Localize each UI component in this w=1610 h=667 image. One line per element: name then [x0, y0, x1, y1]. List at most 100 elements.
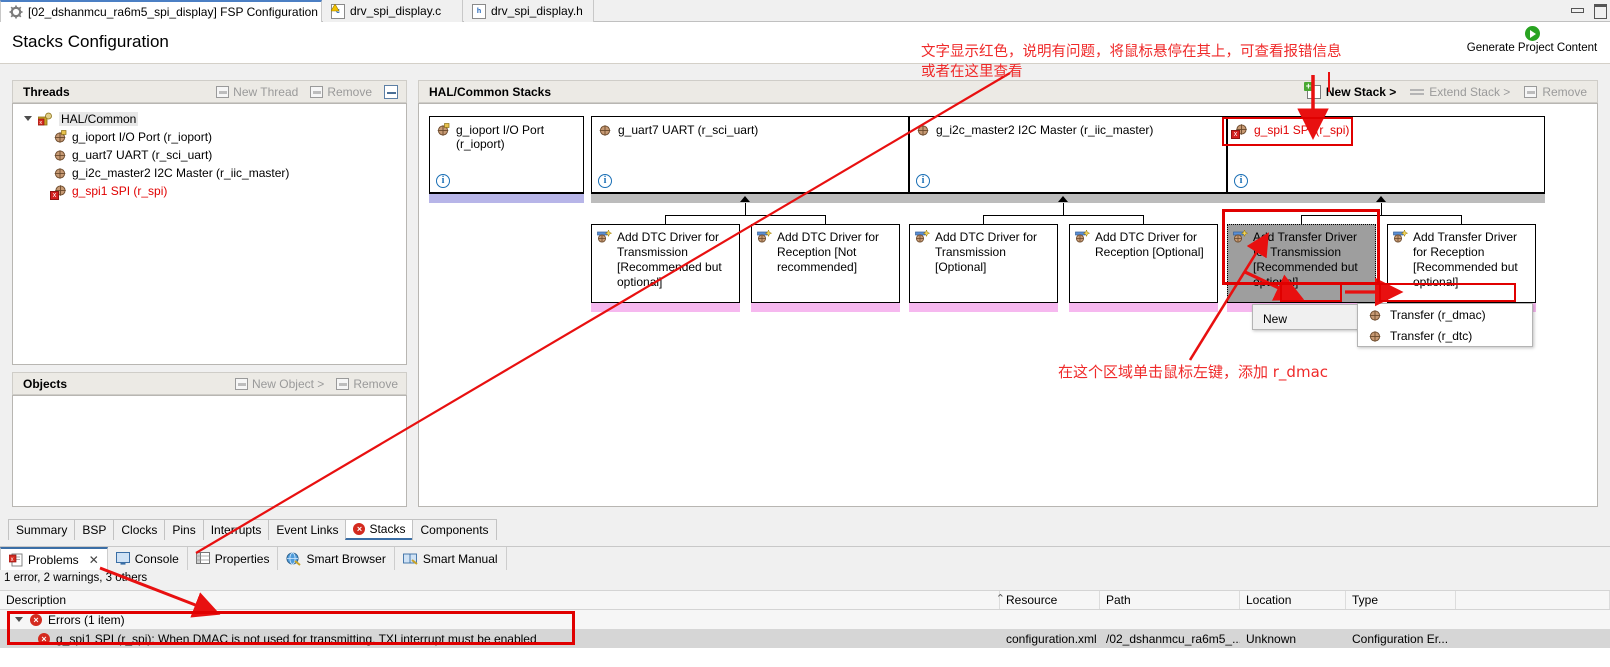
new-thread-button[interactable]: New Thread — [216, 85, 298, 99]
table-row[interactable]: × Errors (1 item) — [0, 610, 1610, 629]
remove-object-button[interactable]: Remove — [336, 377, 398, 391]
new-stack-icon — [1303, 81, 1321, 99]
driver-bar — [591, 302, 740, 312]
driver-box-label: Add DTC Driver for Reception [Not recomm… — [777, 230, 880, 274]
tree-item-g-spi1[interactable]: x g_spi1 SPI (r_spi) — [17, 182, 402, 200]
remove-thread-button[interactable]: Remove — [310, 85, 372, 99]
page-title: Stacks Configuration — [12, 32, 169, 51]
view-tab-problems[interactable]: x Problems ✕ — [0, 547, 108, 570]
tab-label: Components — [420, 523, 489, 537]
view-tab-bar: x Problems ✕ Console Properties Smart Br… — [0, 546, 1610, 570]
view-tab-smart-manual[interactable]: Smart Manual — [395, 547, 507, 570]
column-header-resource[interactable]: Resource — [1000, 591, 1100, 609]
cell-resource: configuration.xml — [1006, 631, 1097, 646]
stacks-panel-title: HAL/Common Stacks — [429, 84, 552, 99]
submenu-item-transfer-r-dmac[interactable]: Transfer (r_dmac) — [1358, 304, 1532, 325]
close-icon[interactable]: ✕ — [89, 553, 99, 567]
info-icon[interactable]: i — [436, 174, 450, 188]
problem-group-label: Errors (1 item) — [48, 612, 125, 627]
editor-tab-drv-spi-display-c[interactable]: c drv_spi_display.c — [323, 0, 463, 22]
tab-summary[interactable]: Summary — [8, 519, 76, 540]
tab-stacks[interactable]: × Stacks — [345, 519, 414, 540]
driver-box-uart7-rx[interactable]: Add DTC Driver for Reception [Not recomm… — [751, 224, 900, 312]
driver-box-label: Add DTC Driver for Transmission [Optiona… — [935, 230, 1038, 274]
collapse-all-icon[interactable] — [384, 84, 398, 99]
tab-interrupts[interactable]: Interrupts — [202, 519, 270, 540]
submenu-item-label: Transfer (r_dtc) — [1390, 328, 1473, 343]
problems-table[interactable]: Description Resource Path Location Type … — [0, 590, 1610, 667]
tree-item-g-ioport[interactable]: g_ioport I/O Port (r_ioport) — [17, 128, 402, 146]
column-header-path[interactable]: Path — [1100, 591, 1240, 609]
chevron-down-icon[interactable] — [23, 114, 33, 124]
tab-pins[interactable]: Pins — [164, 519, 204, 540]
column-header-description[interactable]: Description — [0, 591, 1000, 609]
extend-stack-button[interactable]: Extend Stack > — [1410, 85, 1510, 99]
c-file-icon: c — [331, 3, 345, 19]
tab-event-links[interactable]: Event Links — [268, 519, 347, 540]
driver-box-spi-tx[interactable]: Add Transfer Driver for Transmission [Re… — [1227, 224, 1376, 312]
driver-box-i2c-rx[interactable]: Add DTC Driver for Reception [Optional] — [1069, 224, 1218, 312]
threads-tree[interactable]: x HAL/Common g_ioport I/O Port (r_ioport… — [12, 103, 407, 365]
editor-tab-drv-spi-display-h[interactable]: h drv_spi_display.h — [464, 0, 594, 22]
stack-box-g-uart7[interactable]: g_uart7 UART (r_sci_uart) i — [591, 116, 909, 193]
objects-panel: Objects New Object > Remove — [12, 372, 407, 507]
module-icon — [1368, 308, 1382, 322]
new-stack-button[interactable]: New Stack > — [1303, 81, 1396, 99]
view-tab-smart-browser[interactable]: Smart Browser — [278, 547, 395, 570]
remove-stack-button[interactable]: Remove — [1524, 85, 1587, 99]
driver-bar — [909, 302, 1058, 312]
view-tab-label: Console — [134, 551, 179, 566]
driver-bar — [1069, 302, 1218, 312]
threads-panel: Threads New Thread Remove x HAL/Common g… — [12, 80, 407, 365]
stacks-canvas[interactable]: g_ioport I/O Port (r_ioport) i g_uart7 U… — [418, 103, 1598, 507]
chevron-down-icon[interactable] — [14, 615, 24, 625]
tab-components[interactable]: Components — [412, 519, 497, 540]
context-menu-new-label: New — [1263, 311, 1288, 326]
maximize-icon[interactable] — [1593, 3, 1607, 19]
add-driver-icon — [1393, 229, 1409, 244]
stack-box-g-spi1[interactable]: x g_spi1 SPI (r_spi) i — [1227, 116, 1545, 193]
column-header-type[interactable]: Type — [1346, 591, 1456, 609]
tab-bsp[interactable]: BSP — [74, 519, 115, 540]
tree-item-g-i2c-master2[interactable]: g_i2c_master2 I2C Master (r_iic_master) — [17, 164, 402, 182]
window-controls — [1570, 3, 1607, 19]
table-row[interactable]: × g_spi1 SPI (r_spi): When DMAC is not u… — [0, 629, 1610, 648]
driver-box-i2c-tx[interactable]: Add DTC Driver for Transmission [Optiona… — [909, 224, 1058, 312]
info-icon[interactable]: i — [1234, 174, 1248, 188]
problems-status: 1 error, 2 warnings, 3 others — [4, 572, 148, 584]
context-submenu[interactable]: Transfer (r_dmac) Transfer (r_dtc) — [1357, 303, 1533, 347]
info-icon[interactable]: i — [598, 174, 612, 188]
tree-item-hal-common[interactable]: x HAL/Common — [17, 110, 402, 128]
driver-box-uart7-tx[interactable]: Add DTC Driver for Transmission [Recomme… — [591, 224, 740, 312]
add-driver-icon — [757, 229, 773, 244]
objects-list[interactable] — [12, 395, 407, 507]
stack-box-g-ioport[interactable]: g_ioport I/O Port (r_ioport) i — [429, 116, 584, 193]
editor-tab-fsp-configuration[interactable]: [02_dshanmcu_ra6m5_spi_display] FSP Conf… — [0, 0, 339, 22]
remove-thread-label: Remove — [327, 84, 372, 99]
driver-box-spi-rx[interactable]: Add Transfer Driver for Reception [Recom… — [1387, 224, 1536, 312]
minimize-icon[interactable] — [1570, 3, 1584, 16]
tree-item-g-uart7[interactable]: g_uart7 UART (r_sci_uart) — [17, 146, 402, 164]
collapse-caret-icon[interactable]: ⌃ — [996, 592, 1005, 605]
generate-project-content-button[interactable]: Generate Project Content — [1462, 26, 1602, 54]
submenu-item-transfer-r-dtc[interactable]: Transfer (r_dtc) — [1358, 325, 1532, 346]
smart-browser-icon — [286, 551, 302, 566]
tab-clocks[interactable]: Clocks — [113, 519, 166, 540]
cell-location: Unknown — [1246, 631, 1297, 646]
stack-bar-i2c-master2 — [909, 193, 1227, 203]
new-object-button[interactable]: New Object > — [234, 377, 324, 391]
view-tab-properties[interactable]: Properties — [188, 547, 279, 570]
view-tab-label: Properties — [214, 551, 270, 566]
tree-item-label: g_uart7 UART (r_sci_uart) — [72, 148, 213, 162]
view-tab-label: Smart Browser — [306, 551, 386, 566]
stack-box-g-i2c-master2[interactable]: g_i2c_master2 I2C Master (r_iic_master) … — [909, 116, 1227, 193]
info-icon[interactable]: i — [916, 174, 930, 188]
module-icon — [1368, 329, 1382, 343]
tree-item-label: g_ioport I/O Port (r_ioport) — [72, 130, 213, 144]
error-icon: × — [38, 632, 50, 645]
problems-table-header: Description Resource Path Location Type — [0, 590, 1610, 610]
stack-box-title: g_ioport I/O Port (r_ioport) — [456, 123, 545, 151]
column-header-blank — [1456, 591, 1610, 609]
column-header-location[interactable]: Location — [1240, 591, 1346, 609]
view-tab-console[interactable]: Console — [108, 547, 188, 570]
